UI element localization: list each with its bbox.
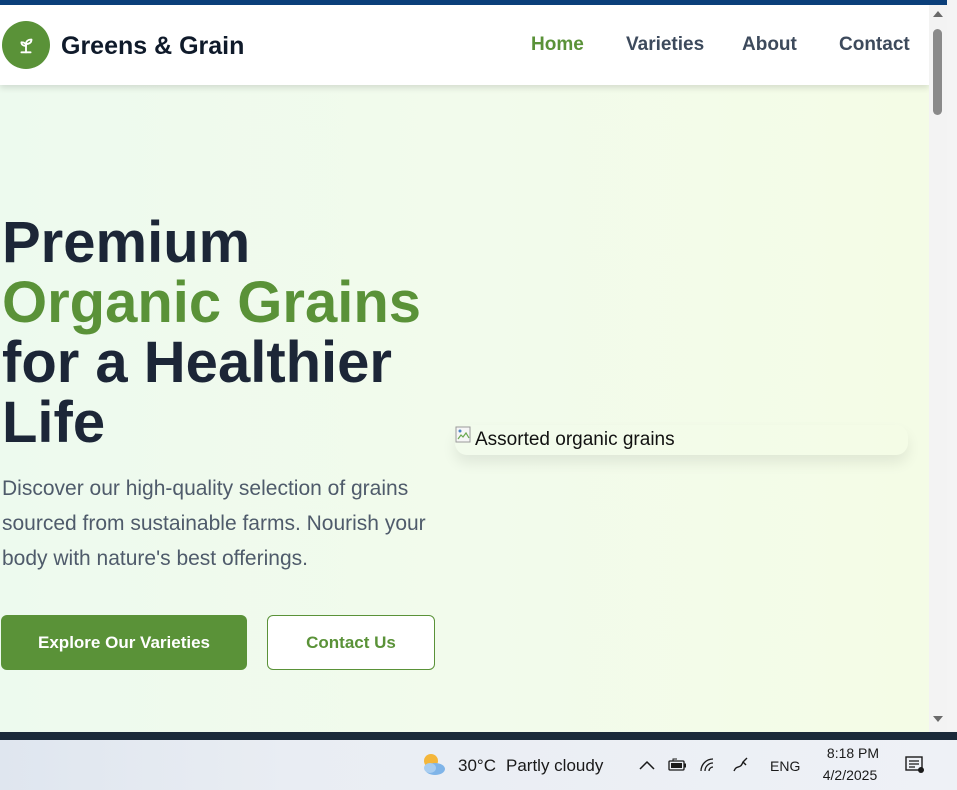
browser-window: Greens & Grain Home Varieties About Cont… (0, 0, 947, 732)
scroll-thumb[interactable] (933, 29, 942, 115)
partly-cloudy-icon[interactable] (417, 748, 449, 780)
scroll-up-arrow-icon[interactable] (932, 8, 944, 20)
site-navbar: Greens & Grain Home Varieties About Cont… (0, 5, 929, 85)
contact-us-button[interactable]: Contact Us (267, 615, 435, 670)
weather-description[interactable]: Partly cloudy (506, 756, 603, 776)
notification-icon[interactable] (905, 755, 925, 775)
hero-title-highlight: Organic Grains (2, 270, 422, 335)
sprout-icon (20, 38, 33, 54)
window-gap (0, 732, 957, 740)
desktop-edge (947, 0, 957, 740)
clock-time[interactable]: 8:18 PM (823, 745, 883, 761)
hero-title-line-3: for a Healthier (2, 330, 392, 395)
page-viewport: Greens & Grain Home Varieties About Cont… (0, 5, 929, 732)
language-indicator[interactable]: ENG (770, 758, 800, 774)
clock-date[interactable]: 4/2/2025 (815, 767, 885, 783)
wifi-icon[interactable] (698, 755, 718, 775)
battery-icon[interactable] (667, 755, 687, 775)
hero-title: Premium Organic Grains for a Healthier L… (2, 213, 462, 453)
hero-title-line-4: Life (2, 390, 106, 455)
brand-name[interactable]: Greens & Grain (61, 32, 244, 61)
hero-description: Discover our high-quality selection of g… (2, 477, 426, 570)
nav-home[interactable]: Home (531, 34, 584, 56)
explore-varieties-button[interactable]: Explore Our Varieties (1, 615, 247, 670)
hero-title-line-1: Premium (2, 210, 251, 275)
weather-temperature[interactable]: 30°C (458, 756, 496, 776)
hero-image: Assorted organic grains (455, 425, 908, 455)
nav-contact[interactable]: Contact (839, 34, 910, 56)
scroll-down-arrow-icon[interactable] (932, 713, 944, 725)
nav-about[interactable]: About (742, 34, 797, 56)
logo[interactable] (2, 21, 50, 69)
image-alt-text: Assorted organic grains (475, 429, 675, 450)
broken-image-icon (455, 426, 471, 443)
pen-icon[interactable] (731, 755, 751, 775)
chevron-up-icon[interactable] (637, 755, 657, 775)
nav-varieties[interactable]: Varieties (626, 34, 704, 56)
vertical-scrollbar[interactable] (929, 5, 947, 732)
